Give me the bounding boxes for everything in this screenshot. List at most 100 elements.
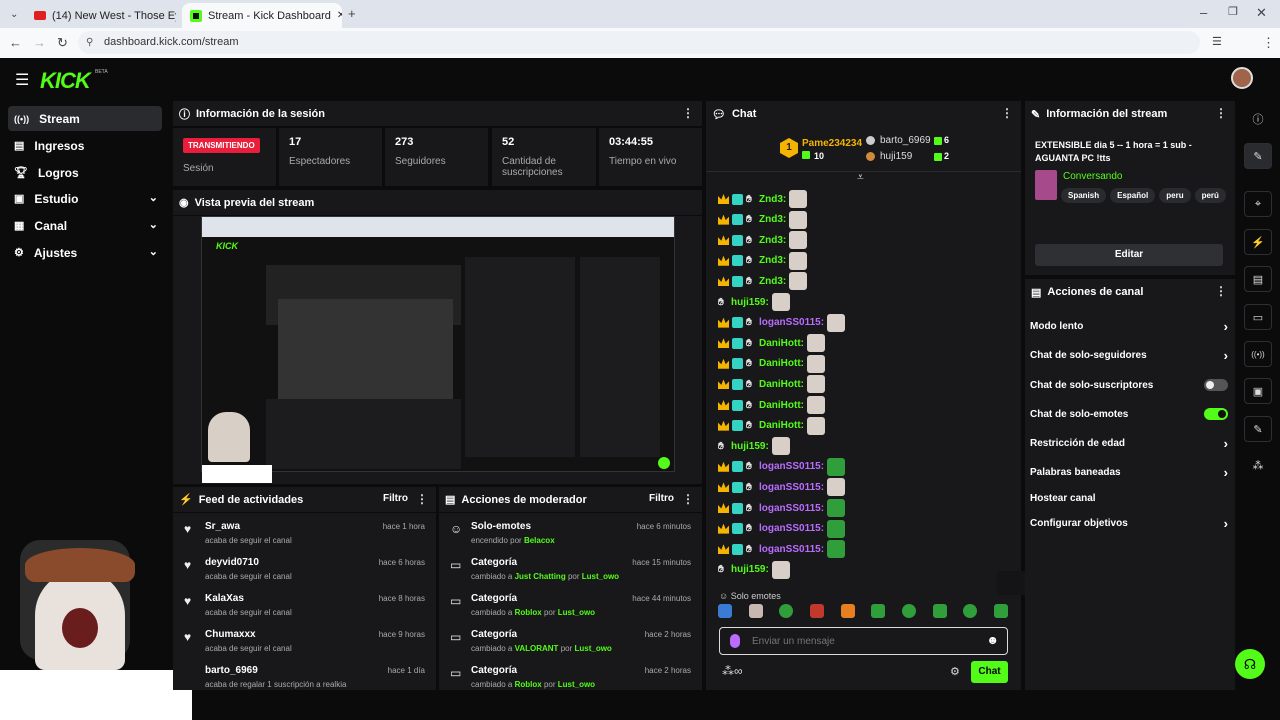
broadcast-icon[interactable]: ((•)) xyxy=(1244,341,1272,367)
sidebar-item-canal[interactable]: ▦ Canal ⌄ xyxy=(8,213,162,238)
chat-emote[interactable] xyxy=(807,396,825,414)
chat-emote[interactable] xyxy=(771,560,790,579)
chat-username[interactable]: DaniHott: xyxy=(759,400,804,411)
channel-action-row[interactable]: Chat de solo-suscriptores xyxy=(1030,375,1230,395)
mod-action-user[interactable]: Belacox xyxy=(524,536,555,545)
chat-emote[interactable] xyxy=(789,190,808,208)
more-options-icon[interactable]: ⋮ xyxy=(1215,284,1227,298)
sidebar-item-ajustes[interactable]: ⚙ Ajustes ⌄ xyxy=(8,240,162,265)
mod-action-target[interactable]: Just Chatting xyxy=(515,572,566,581)
chat-username[interactable]: huji159: xyxy=(731,441,769,452)
channel-action-row[interactable]: Restricción de edad › xyxy=(1030,433,1230,453)
maximize-icon[interactable]: ❐ xyxy=(1228,6,1238,19)
chat-emote[interactable] xyxy=(771,293,790,311)
sidebar-item-estudio[interactable]: ▣ Estudio ⌄ xyxy=(8,186,162,211)
chat-username[interactable]: loganSS0115: xyxy=(759,317,824,328)
chevron-right-icon[interactable]: › xyxy=(1224,465,1228,480)
more-options-icon[interactable]: ⋮ xyxy=(416,492,428,506)
tag-chip[interactable]: peru xyxy=(1159,188,1191,203)
feed-user[interactable]: KalaXas xyxy=(205,593,244,604)
chat-username[interactable]: DaniHott: xyxy=(759,379,804,390)
chat-input-box[interactable]: ☻ xyxy=(719,627,1008,655)
feed-user[interactable]: barto_6969 xyxy=(205,665,258,676)
window-close-icon[interactable]: ✕ xyxy=(1256,6,1267,19)
chat-username[interactable]: DaniHott: xyxy=(759,420,804,431)
tag-chip[interactable]: Spanish xyxy=(1061,188,1107,203)
chevron-right-icon[interactable]: › xyxy=(1224,516,1228,531)
chat-username[interactable]: loganSS0115: xyxy=(759,523,824,534)
address-bar[interactable]: ⚲ dashboard.kick.com/stream xyxy=(78,31,1200,54)
more-options-icon[interactable]: ⋮ xyxy=(682,492,694,506)
reload-icon[interactable]: ↻ xyxy=(57,36,68,49)
chat-emote[interactable] xyxy=(807,416,825,435)
emote-button[interactable] xyxy=(932,604,947,618)
chat-emote[interactable] xyxy=(807,375,825,394)
chat-bubble-icon[interactable]: ▭ xyxy=(1244,304,1272,330)
filter-button[interactable]: Filtro xyxy=(649,493,674,504)
chat-emote[interactable] xyxy=(827,457,846,476)
pencil-icon[interactable]: ✎ xyxy=(1244,143,1272,169)
toggle-switch[interactable] xyxy=(1204,379,1228,391)
leader-name[interactable]: Pame234234 xyxy=(802,138,862,149)
chat-emote[interactable] xyxy=(771,437,790,456)
emote-button[interactable] xyxy=(809,604,824,618)
channel-action-row[interactable]: Chat de solo-emotes xyxy=(1030,404,1230,424)
channel-action-row[interactable]: Palabras baneadas › xyxy=(1030,462,1230,482)
bolt-icon[interactable]: ⚡ xyxy=(1244,229,1272,255)
chevron-down-icon[interactable]: ⌄ xyxy=(149,218,158,231)
emote-button[interactable] xyxy=(901,604,916,618)
edit-stream-button[interactable]: Editar xyxy=(1035,244,1223,266)
chat-emote[interactable] xyxy=(827,313,846,332)
chat-username[interactable]: huji159: xyxy=(731,564,769,575)
chat-username[interactable]: DaniHott: xyxy=(759,358,804,369)
chevron-right-icon[interactable]: › xyxy=(1224,436,1228,451)
chevron-down-icon[interactable]: ⌄ xyxy=(149,245,158,258)
emote-button[interactable] xyxy=(993,604,1008,618)
close-tab-icon[interactable]: ✕ xyxy=(337,10,342,21)
browser-tab-kick[interactable]: Stream - Kick Dashboard ✕ xyxy=(182,3,342,28)
stream-category[interactable]: Conversando xyxy=(1063,171,1122,182)
send-chat-button[interactable]: Chat xyxy=(971,661,1008,683)
chat-emote[interactable] xyxy=(789,210,808,229)
chat-emote[interactable] xyxy=(827,519,846,538)
mod-action-user[interactable]: Lust_owo xyxy=(558,680,595,689)
feed-user[interactable]: Chumaxxx xyxy=(205,629,256,640)
chat-username[interactable]: Znd3: xyxy=(759,214,786,225)
chat-username[interactable]: Znd3: xyxy=(759,255,786,266)
channel-action-row[interactable]: Modo lento › xyxy=(1030,316,1230,336)
emote-button[interactable] xyxy=(840,604,855,618)
sidebar-item-logros[interactable]: 🏆︎ Logros xyxy=(8,160,162,185)
chat-emote[interactable] xyxy=(789,251,808,270)
chat-username[interactable]: loganSS0115: xyxy=(759,461,824,472)
community-icon[interactable]: ⁂∞ xyxy=(722,664,743,678)
chat-username[interactable]: loganSS0115: xyxy=(759,482,824,493)
leader-name[interactable]: barto_6969 xyxy=(880,135,931,146)
site-info-icon[interactable]: ⚲ xyxy=(86,31,93,54)
chevron-down-icon[interactable]: ⌄ xyxy=(149,191,158,204)
feed-user[interactable]: deyvid0710 xyxy=(205,557,259,568)
mod-action-user[interactable]: Lust_owo xyxy=(558,608,595,617)
emote-button[interactable] xyxy=(718,604,732,618)
chat-emote[interactable] xyxy=(807,354,825,373)
mod-action-target[interactable]: VALORANT xyxy=(515,644,559,653)
stream-preview-video[interactable]: KICK xyxy=(201,216,675,483)
user-avatar[interactable] xyxy=(1231,67,1253,89)
mod-action-target[interactable]: Roblox xyxy=(515,608,542,617)
channel-action-row[interactable]: Configurar objetivos › xyxy=(1030,513,1230,533)
mod-action-user[interactable]: Lust_owo xyxy=(574,644,611,653)
chat-emote[interactable] xyxy=(827,478,846,497)
back-icon[interactable]: ← xyxy=(9,36,22,49)
emote-button[interactable] xyxy=(779,604,794,618)
chevron-right-icon[interactable]: › xyxy=(1224,348,1228,363)
more-options-icon[interactable]: ⋮ xyxy=(682,106,694,120)
chevron-right-icon[interactable]: › xyxy=(1224,319,1228,334)
support-headset-icon[interactable]: ☊ xyxy=(1235,649,1265,679)
chat-emote[interactable] xyxy=(807,334,825,353)
tab-list-icon[interactable]: ⌄ xyxy=(10,8,18,21)
leader-name[interactable]: huji159 xyxy=(880,151,912,162)
mod-action-target[interactable]: Roblox xyxy=(515,680,542,689)
emote-button[interactable] xyxy=(748,604,763,618)
chat-username[interactable]: loganSS0115: xyxy=(759,503,824,514)
media-control-icon[interactable]: ☰ xyxy=(1212,36,1222,49)
hamburger-menu-icon[interactable]: ☰ xyxy=(15,70,29,90)
